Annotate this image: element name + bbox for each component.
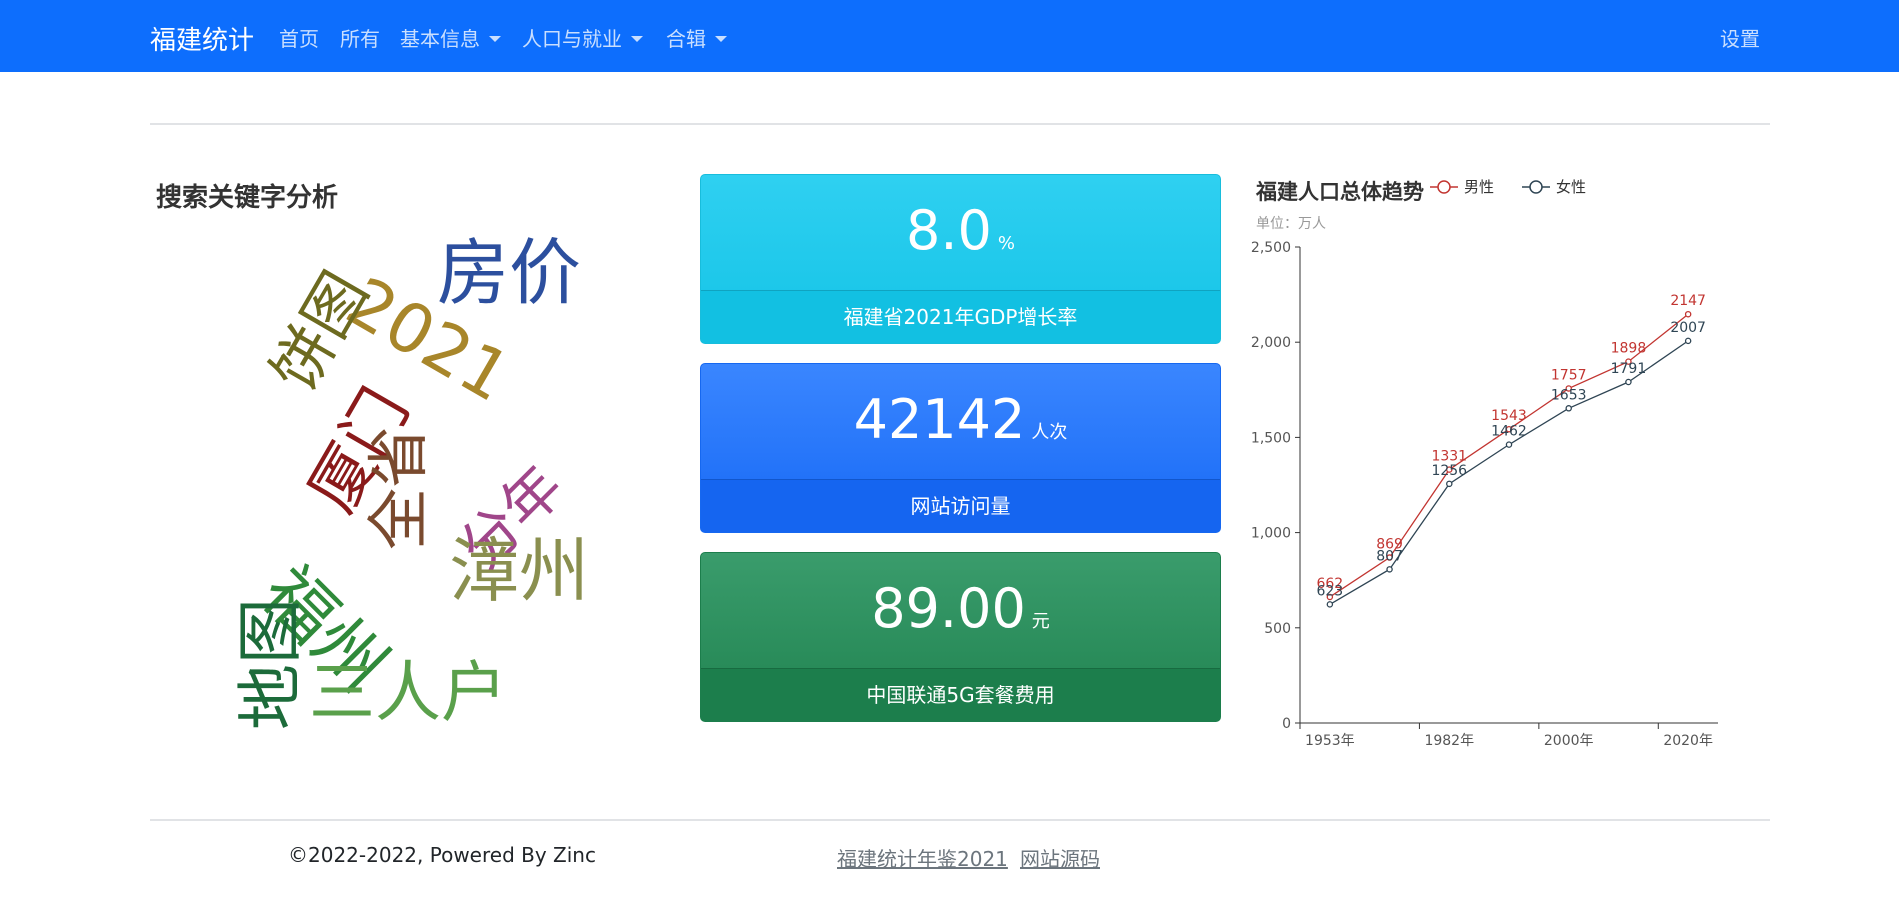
data-label: 1757: [1551, 367, 1587, 383]
wordcloud-title: 搜索关键字分析: [156, 183, 339, 213]
card-value: 89.00: [871, 577, 1026, 640]
series-line-1: [1329, 340, 1689, 605]
wordcloud-word[interactable]: 全省: [362, 426, 435, 550]
data-label: 1791: [1611, 361, 1647, 377]
card-unit: 人次: [1031, 422, 1068, 443]
nav-basic-info-dropdown[interactable]: 基本信息: [400, 23, 501, 52]
legend-circle-icon: [1529, 180, 1543, 194]
population-line-chart: 0 500 1,000 1,500 2,000 2,500 1953年 1982年 2000年 2…: [1251, 178, 1718, 749]
data-point: [1326, 601, 1334, 608]
top-navbar: 福建统计 首页 所有 基本信息 人口与就业 合辑 设置: [0, 0, 1899, 72]
footer-divider: [150, 819, 1770, 821]
card-label: 中国联通5G套餐费用: [701, 668, 1220, 721]
data-label: 1462: [1491, 424, 1527, 440]
legend-label: 男性: [1464, 178, 1494, 196]
nav-population-label: 人口与就业: [522, 27, 622, 51]
caret-down-icon: [631, 36, 643, 42]
footer-link-source[interactable]: 网站源码: [1020, 843, 1100, 872]
wordcloud-word[interactable]: 房价: [437, 237, 581, 309]
card-value: 8.0: [906, 199, 992, 262]
x-tick-label: 2000年: [1544, 733, 1594, 749]
gdp-growth-card: 8.0% 福建省2021年GDP增长率: [700, 174, 1221, 344]
brand-logo[interactable]: 福建统计: [150, 20, 254, 57]
card-unit: 元: [1031, 611, 1050, 632]
data-point: [1446, 480, 1453, 488]
x-tick-label: 1953年: [1305, 733, 1355, 749]
caret-down-icon: [489, 36, 501, 42]
y-tick-label: 500: [1264, 621, 1291, 637]
data-label: 623: [1316, 583, 1343, 599]
legend-label: 女性: [1556, 178, 1586, 196]
5g-fee-card: 89.00 元 中国联通5G套餐费用: [700, 552, 1221, 722]
data-label: 2007: [1670, 320, 1706, 336]
legend-circle-icon: [1437, 180, 1451, 194]
wordcloud-word[interactable]: 漳州: [449, 536, 589, 606]
caret-down-icon: [715, 36, 727, 42]
footer-link-yearbook[interactable]: 福建统计年鉴2021: [837, 843, 1008, 872]
data-point: [1625, 378, 1632, 386]
site-visits-card: 42142 人次 网站访问量: [700, 363, 1221, 533]
nav-collection-dropdown[interactable]: 合辑: [666, 23, 727, 52]
card-label: 福建省2021年GDP增长率: [701, 290, 1220, 343]
y-tick-label: 2,500: [1251, 240, 1291, 256]
data-point: [1565, 405, 1572, 412]
data-label: 1543: [1491, 408, 1527, 424]
nav-basic-info-label: 基本信息: [400, 27, 480, 51]
data-label: 1898: [1611, 341, 1647, 357]
nav-all-label: 所有: [340, 27, 380, 51]
divider: [150, 123, 1770, 125]
y-tick-label: 2,000: [1251, 335, 1291, 351]
data-point: [1684, 310, 1692, 318]
data-point: [1386, 566, 1393, 573]
data-label: 2147: [1670, 293, 1706, 309]
nav-settings[interactable]: 设置: [1720, 23, 1760, 52]
data-point: [1505, 441, 1513, 448]
card-value: 42142: [853, 388, 1026, 451]
x-tick-label: 2020年: [1663, 733, 1713, 749]
data-point: [1684, 337, 1692, 345]
card-unit: %: [997, 233, 1015, 254]
data-label: 807: [1376, 548, 1403, 564]
wordcloud-word[interactable]: 地图: [232, 598, 309, 730]
data-label: 1256: [1431, 463, 1467, 479]
nav-collection-label: 合辑: [666, 27, 706, 51]
footer-copyright: ©2022-2022, Powered By Zinc: [288, 843, 596, 867]
y-tick-label: 1,000: [1251, 526, 1291, 542]
nav-home[interactable]: 首页: [279, 23, 319, 52]
wordcloud-word[interactable]: 三人户: [309, 660, 507, 726]
nav-all[interactable]: 所有: [340, 23, 380, 52]
nav-home-label: 首页: [279, 27, 319, 51]
card-label: 网站访问量: [701, 479, 1220, 532]
data-label: 1653: [1551, 387, 1587, 403]
y-tick-label: 1,500: [1251, 430, 1291, 446]
y-tick-label: 0: [1282, 716, 1291, 732]
nav-population-dropdown[interactable]: 人口与就业: [522, 23, 643, 52]
x-tick-label: 1982年: [1424, 733, 1474, 749]
